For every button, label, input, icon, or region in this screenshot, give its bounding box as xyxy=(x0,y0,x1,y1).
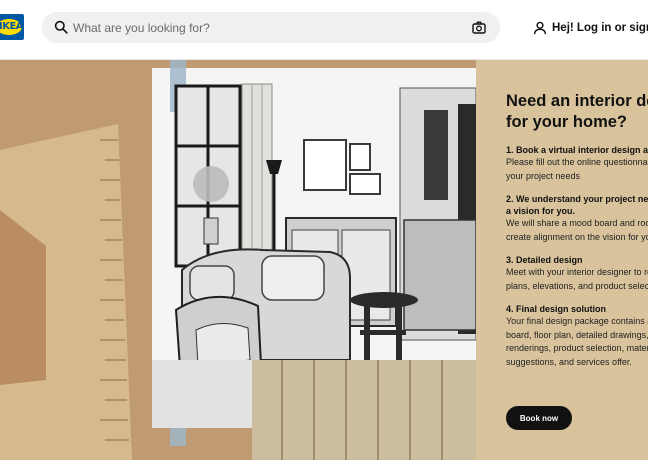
site-header: IKEA Hej! Log in or sign up xyxy=(0,0,648,58)
search-bar[interactable] xyxy=(42,12,500,43)
step-heading-line: 1. Book a virtual interior design appoin… xyxy=(506,145,648,155)
step-4: 4. Final design solution Your final desi… xyxy=(506,303,648,369)
user-icon xyxy=(533,21,547,35)
title-line-2: for your home? xyxy=(506,113,628,131)
page-bottom xyxy=(0,460,648,470)
ikea-logo[interactable]: IKEA xyxy=(0,14,24,40)
step-heading-line: 3. Detailed design xyxy=(506,255,583,265)
login-label: Hej! Log in or sign up xyxy=(552,22,648,34)
book-now-button[interactable]: Book now xyxy=(506,406,572,430)
step-heading: 4. Final design solution xyxy=(506,303,648,315)
step-body: Please fill out the online questionnaire… xyxy=(506,156,648,183)
step-body-line: plans, elevations, and product selection… xyxy=(506,280,648,291)
panel-title: Need an interior design for your home? xyxy=(506,91,648,133)
step-heading-line: a vision for you. xyxy=(506,206,576,216)
panel-content: Need an interior design for your home? 1… xyxy=(506,91,648,369)
step-body: Your final design package contains a moo… xyxy=(506,315,648,369)
step-body-line: Meet with your interior designer to revi… xyxy=(506,267,648,277)
step-body: We will share a mood board and room conc… xyxy=(506,217,648,244)
title-line-1: Need an interior design xyxy=(506,92,648,110)
step-2: 2. We understand your project needs and … xyxy=(506,193,648,244)
search-icon[interactable] xyxy=(54,20,68,34)
logo-text: IKEA xyxy=(0,21,24,32)
search-input[interactable] xyxy=(73,12,468,43)
camera-icon[interactable] xyxy=(472,21,486,34)
design-service-panel: Need an interior design for your home? 1… xyxy=(476,60,648,460)
step-body-line: We will share a mood board and room conc… xyxy=(506,218,648,228)
interior-sketch-image xyxy=(0,60,476,460)
step-body-line: board, floor plan, detailed drawings, 3D xyxy=(506,329,648,340)
step-heading-line: 2. We understand your project needs and … xyxy=(506,194,648,204)
hero-banner: Need an interior design for your home? 1… xyxy=(0,60,648,460)
step-body-line: renderings, product selection, material xyxy=(506,343,648,353)
step-1: 1. Book a virtual interior design appoin… xyxy=(506,144,648,183)
step-body-line: Your final design package contains a moo… xyxy=(506,316,648,326)
step-body-line: Please fill out the online questionnaire… xyxy=(506,157,648,167)
step-body-line: create alignment on the vision for your … xyxy=(506,231,648,242)
step-heading: 2. We understand your project needs and … xyxy=(506,193,648,217)
step-heading: 1. Book a virtual interior design appoin… xyxy=(506,144,648,156)
step-body-line: your project needs xyxy=(506,170,581,181)
step-body: Meet with your interior designer to revi… xyxy=(506,266,648,293)
step-heading-line: 4. Final design solution xyxy=(506,304,607,314)
step-3: 3. Detailed design Meet with your interi… xyxy=(506,254,648,293)
step-heading: 3. Detailed design xyxy=(506,254,648,266)
login-link[interactable]: Hej! Log in or sign up xyxy=(533,19,648,37)
step-body-line: suggestions, and services offer. xyxy=(506,356,632,367)
